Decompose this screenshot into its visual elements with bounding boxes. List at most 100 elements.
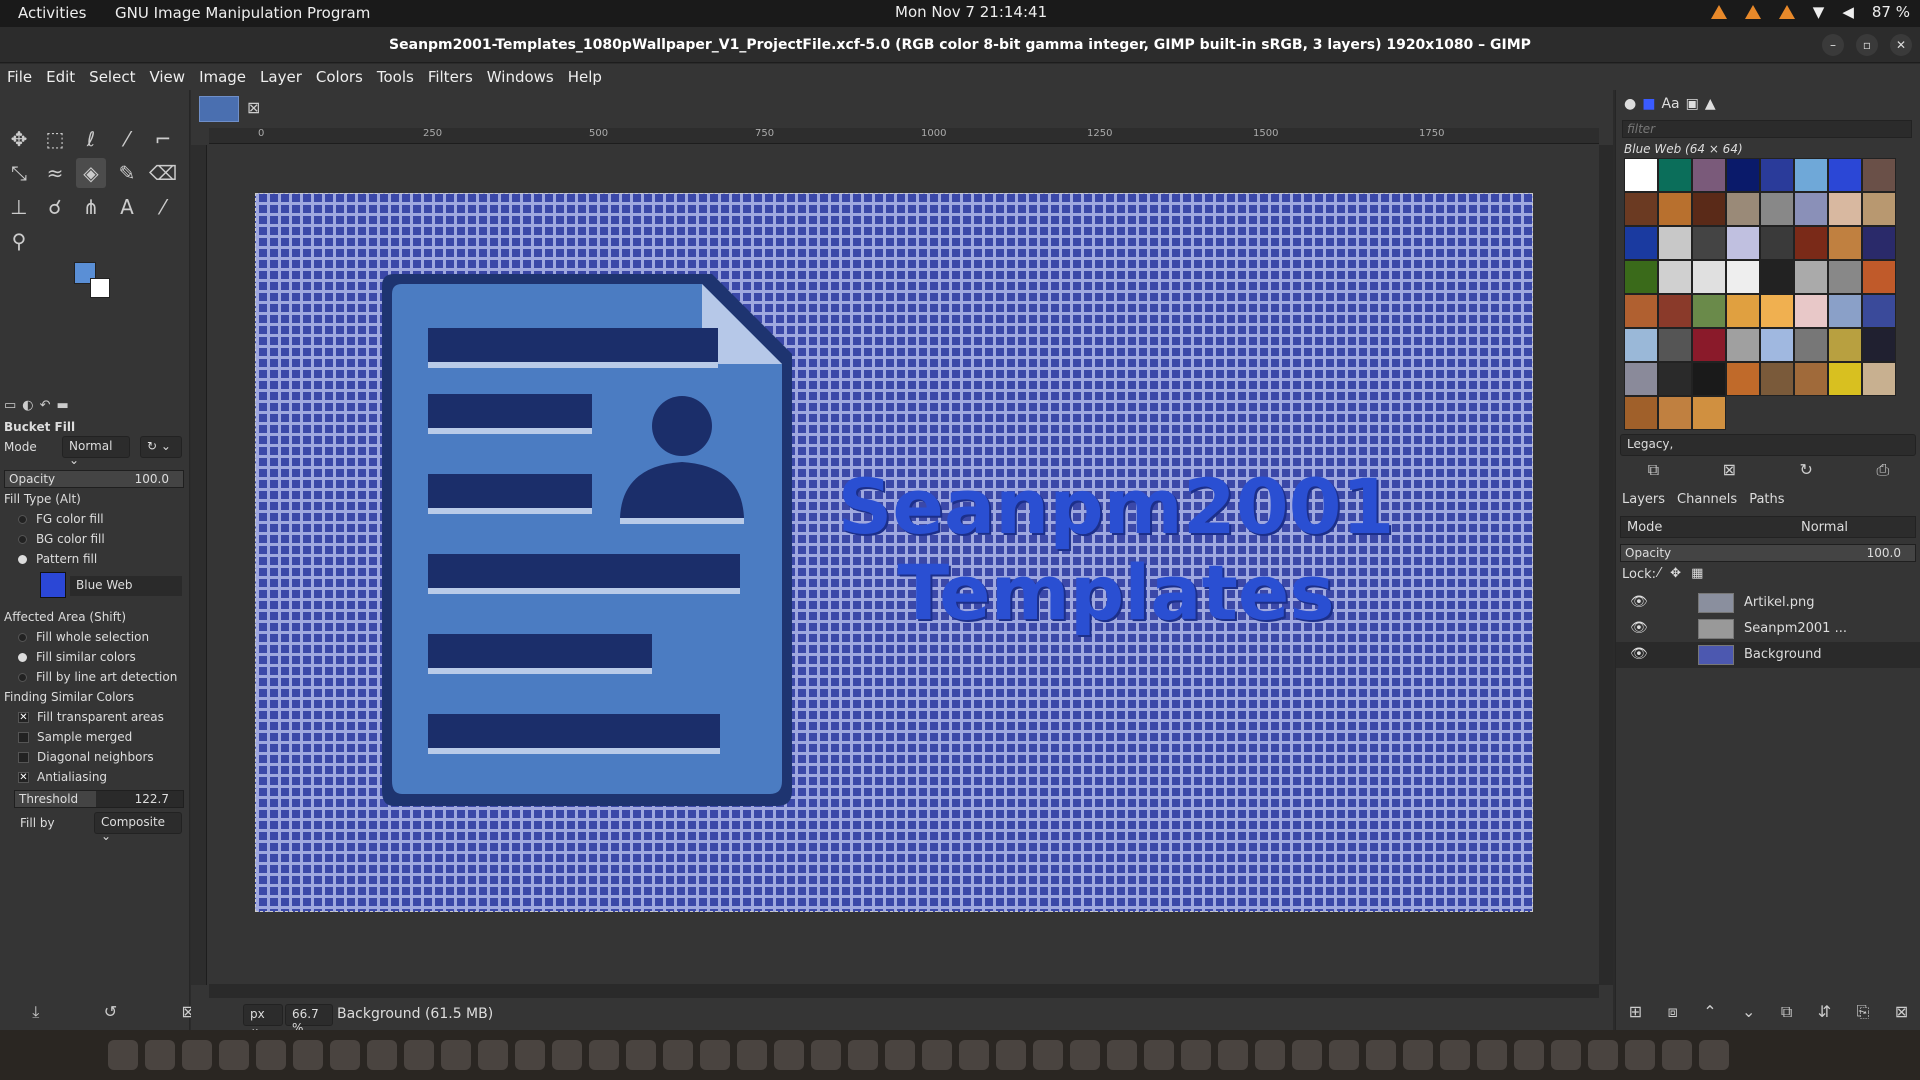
horizontal-scrollbar[interactable] — [209, 984, 1599, 998]
pattern-swatch-item[interactable] — [1828, 158, 1862, 192]
pattern-swatch-item[interactable] — [1862, 328, 1896, 362]
image-canvas[interactable]: Seanpm2001 Templates — [255, 193, 1533, 912]
taskbar-app-icon[interactable] — [1107, 1040, 1137, 1070]
fill-transparent-checkbox[interactable]: ✕ Fill transparent areas — [18, 710, 164, 724]
taskbar-app-icon[interactable] — [330, 1040, 360, 1070]
pattern-swatch-item[interactable] — [1692, 226, 1726, 260]
lock-alpha-icon[interactable]: ▦ — [1691, 566, 1703, 581]
taskbar-app-icon[interactable] — [515, 1040, 545, 1070]
menu-image[interactable]: Image — [192, 64, 253, 90]
sample-merged-checkbox[interactable]: Sample merged — [18, 730, 132, 744]
visibility-eye-icon[interactable]: 👁 — [1630, 646, 1648, 662]
pattern-swatch-item[interactable] — [1862, 158, 1896, 192]
taskbar-app-icon[interactable] — [626, 1040, 656, 1070]
pattern-grid[interactable] — [1624, 158, 1896, 430]
unit-dropdown[interactable]: px ⌄ — [243, 1004, 283, 1035]
fill-type-fg[interactable]: FG color fill — [18, 512, 104, 526]
pattern-swatch-item[interactable] — [1658, 328, 1692, 362]
crop-tool-icon[interactable]: ⌐ — [148, 124, 178, 154]
pattern-swatch-item[interactable] — [1658, 192, 1692, 226]
taskbar-app-icon[interactable] — [1588, 1040, 1618, 1070]
taskbar-app-icon[interactable] — [663, 1040, 693, 1070]
pattern-swatch-item[interactable] — [1828, 260, 1862, 294]
canvas-view[interactable]: Seanpm2001 Templates — [208, 145, 1598, 985]
duplicate-pattern-icon[interactable]: ⧉ — [1648, 460, 1659, 480]
tab-channels[interactable]: Channels — [1677, 492, 1737, 507]
pattern-swatch[interactable] — [40, 572, 66, 598]
delete-layer-icon[interactable]: ⊠ — [1895, 1002, 1908, 1022]
background-color[interactable] — [90, 278, 110, 298]
pattern-swatch-item[interactable] — [1658, 396, 1692, 430]
pattern-swatch-item[interactable] — [1692, 396, 1726, 430]
pattern-tag-dropdown[interactable]: Legacy, — [1620, 434, 1916, 456]
taskbar-app-icon[interactable] — [404, 1040, 434, 1070]
menu-tools[interactable]: Tools — [370, 64, 421, 90]
unified-transform-tool-icon[interactable]: ⤡ — [4, 158, 34, 188]
fill-by-dropdown[interactable]: Composite ⌄ — [94, 812, 182, 843]
dynamics-tab-icon[interactable]: ▲ — [1705, 96, 1716, 112]
lower-layer-icon[interactable]: ⌄ — [1742, 1002, 1755, 1022]
pattern-swatch-item[interactable] — [1692, 192, 1726, 226]
bucket-fill-tool-icon[interactable]: ◈ — [76, 158, 106, 188]
pattern-swatch-item[interactable] — [1862, 362, 1896, 396]
clock[interactable]: Mon Nov 7 21:14:41 — [895, 3, 1047, 21]
taskbar-app-icon[interactable] — [1403, 1040, 1433, 1070]
pattern-swatch-item[interactable] — [1862, 294, 1896, 328]
affected-line-art[interactable]: Fill by line art detection — [18, 670, 177, 684]
move-tool-icon[interactable]: ✥ — [4, 124, 34, 154]
pattern-swatch-item[interactable] — [1658, 226, 1692, 260]
taskbar-app-icon[interactable] — [367, 1040, 397, 1070]
menu-help[interactable]: Help — [561, 64, 609, 90]
fill-type-bg[interactable]: BG color fill — [18, 532, 105, 546]
taskbar-app-icon[interactable] — [700, 1040, 730, 1070]
pattern-swatch-item[interactable] — [1692, 328, 1726, 362]
taskbar-app-icon[interactable] — [848, 1040, 878, 1070]
smudge-tool-icon[interactable]: ☌ — [40, 192, 70, 222]
delete-pattern-icon[interactable]: ⊠ — [1723, 460, 1736, 480]
taskbar-app-icon[interactable] — [552, 1040, 582, 1070]
zoom-dropdown[interactable]: 66.7 % — [285, 1004, 333, 1035]
paths-tool-icon[interactable]: ⋔ — [76, 192, 106, 222]
taskbar-app-icon[interactable] — [1477, 1040, 1507, 1070]
affected-whole-selection[interactable]: Fill whole selection — [18, 630, 149, 644]
pattern-swatch-item[interactable] — [1658, 294, 1692, 328]
fuzzy-select-tool-icon[interactable]: ⁄ — [112, 124, 142, 154]
text-tool-icon[interactable]: A — [112, 192, 142, 222]
layer-row-selected[interactable]: 👁 Background — [1616, 642, 1920, 668]
pattern-swatch-item[interactable] — [1760, 294, 1794, 328]
color-picker-tool-icon[interactable]: ⁄ — [148, 192, 178, 222]
taskbar-app-icon[interactable] — [293, 1040, 323, 1070]
taskbar-app-icon[interactable] — [1329, 1040, 1359, 1070]
warp-tool-icon[interactable]: ≈ — [40, 158, 70, 188]
taskbar-app-icon[interactable] — [774, 1040, 804, 1070]
pattern-swatch-item[interactable] — [1760, 260, 1794, 294]
anchor-layer-icon[interactable]: ⇵ — [1818, 1002, 1831, 1022]
open-pattern-icon[interactable]: ⎙ — [1876, 460, 1889, 480]
taskbar-app-icon[interactable] — [1699, 1040, 1729, 1070]
taskbar-app-icon[interactable] — [885, 1040, 915, 1070]
pattern-swatch-item[interactable] — [1658, 158, 1692, 192]
pattern-swatch-item[interactable] — [1692, 294, 1726, 328]
pattern-swatch-item[interactable] — [1760, 362, 1794, 396]
volume-icon[interactable]: ◀ — [1842, 3, 1854, 21]
menu-file[interactable]: File — [0, 64, 39, 90]
wifi-icon[interactable]: ▼ — [1813, 3, 1825, 21]
layer-opacity-slider[interactable]: Opacity 100.0 — [1620, 544, 1916, 562]
eraser-tool-icon[interactable]: ⌫ — [148, 158, 178, 188]
taskbar-app-icon[interactable] — [1514, 1040, 1544, 1070]
zoom-tool-icon[interactable]: ⚲ — [4, 226, 34, 256]
vertical-ruler[interactable] — [191, 145, 207, 985]
pattern-swatch-item[interactable] — [1828, 226, 1862, 260]
layer-row[interactable]: 👁 Seanpm2001 ... — [1616, 616, 1920, 642]
threshold-slider[interactable]: Threshold 122.7 — [14, 790, 184, 808]
tab-layers[interactable]: Layers — [1622, 492, 1665, 507]
duplicate-layer-icon[interactable]: ⧉ — [1781, 1002, 1792, 1022]
lock-pixels-icon[interactable]: ⁄ — [1658, 566, 1660, 581]
refresh-patterns-icon[interactable]: ↻ — [1800, 460, 1813, 480]
images-tab-icon[interactable]: ▬ — [57, 398, 69, 413]
fill-type-pattern[interactable]: Pattern fill — [18, 552, 97, 566]
pattern-swatch-item[interactable] — [1726, 362, 1760, 396]
clone-tool-icon[interactable]: ⊥ — [4, 192, 34, 222]
battery-label[interactable]: 87 % — [1872, 3, 1910, 21]
restore-preset-icon[interactable]: ↺ — [104, 1002, 117, 1022]
